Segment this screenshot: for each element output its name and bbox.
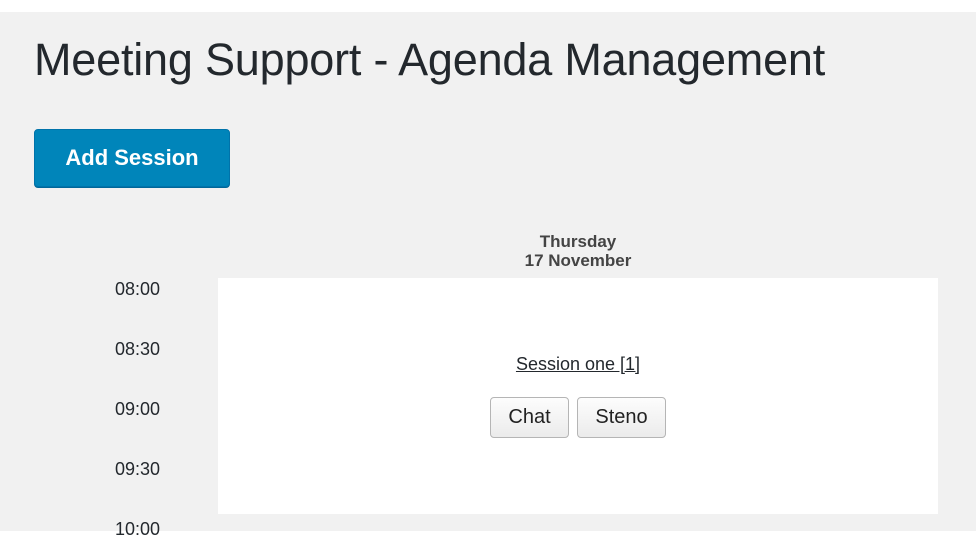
time-label: 09:00 bbox=[114, 399, 160, 419]
admin-page: Meeting Support - Agenda Management Add … bbox=[0, 12, 976, 539]
agenda-calendar: Session one [1] Chat Steno bbox=[218, 278, 938, 514]
session-actions: Chat Steno bbox=[218, 397, 938, 438]
add-session-button[interactable]: Add Session bbox=[34, 129, 230, 187]
session-link[interactable]: Session one [1] bbox=[516, 354, 640, 374]
day-date: 17 November bbox=[524, 251, 632, 270]
time-label: 10:00 bbox=[114, 519, 160, 539]
time-label: 09:30 bbox=[114, 459, 160, 479]
time-label: 08:30 bbox=[114, 339, 160, 359]
session-block: Session one [1] bbox=[218, 354, 938, 375]
day-header: Thursday 17 November bbox=[218, 232, 938, 270]
day-weekday: Thursday bbox=[539, 232, 617, 251]
page-title: Meeting Support - Agenda Management bbox=[34, 34, 826, 85]
chat-button[interactable]: Chat bbox=[490, 397, 569, 438]
time-label: 08:00 bbox=[114, 279, 160, 299]
steno-button[interactable]: Steno bbox=[577, 397, 666, 438]
